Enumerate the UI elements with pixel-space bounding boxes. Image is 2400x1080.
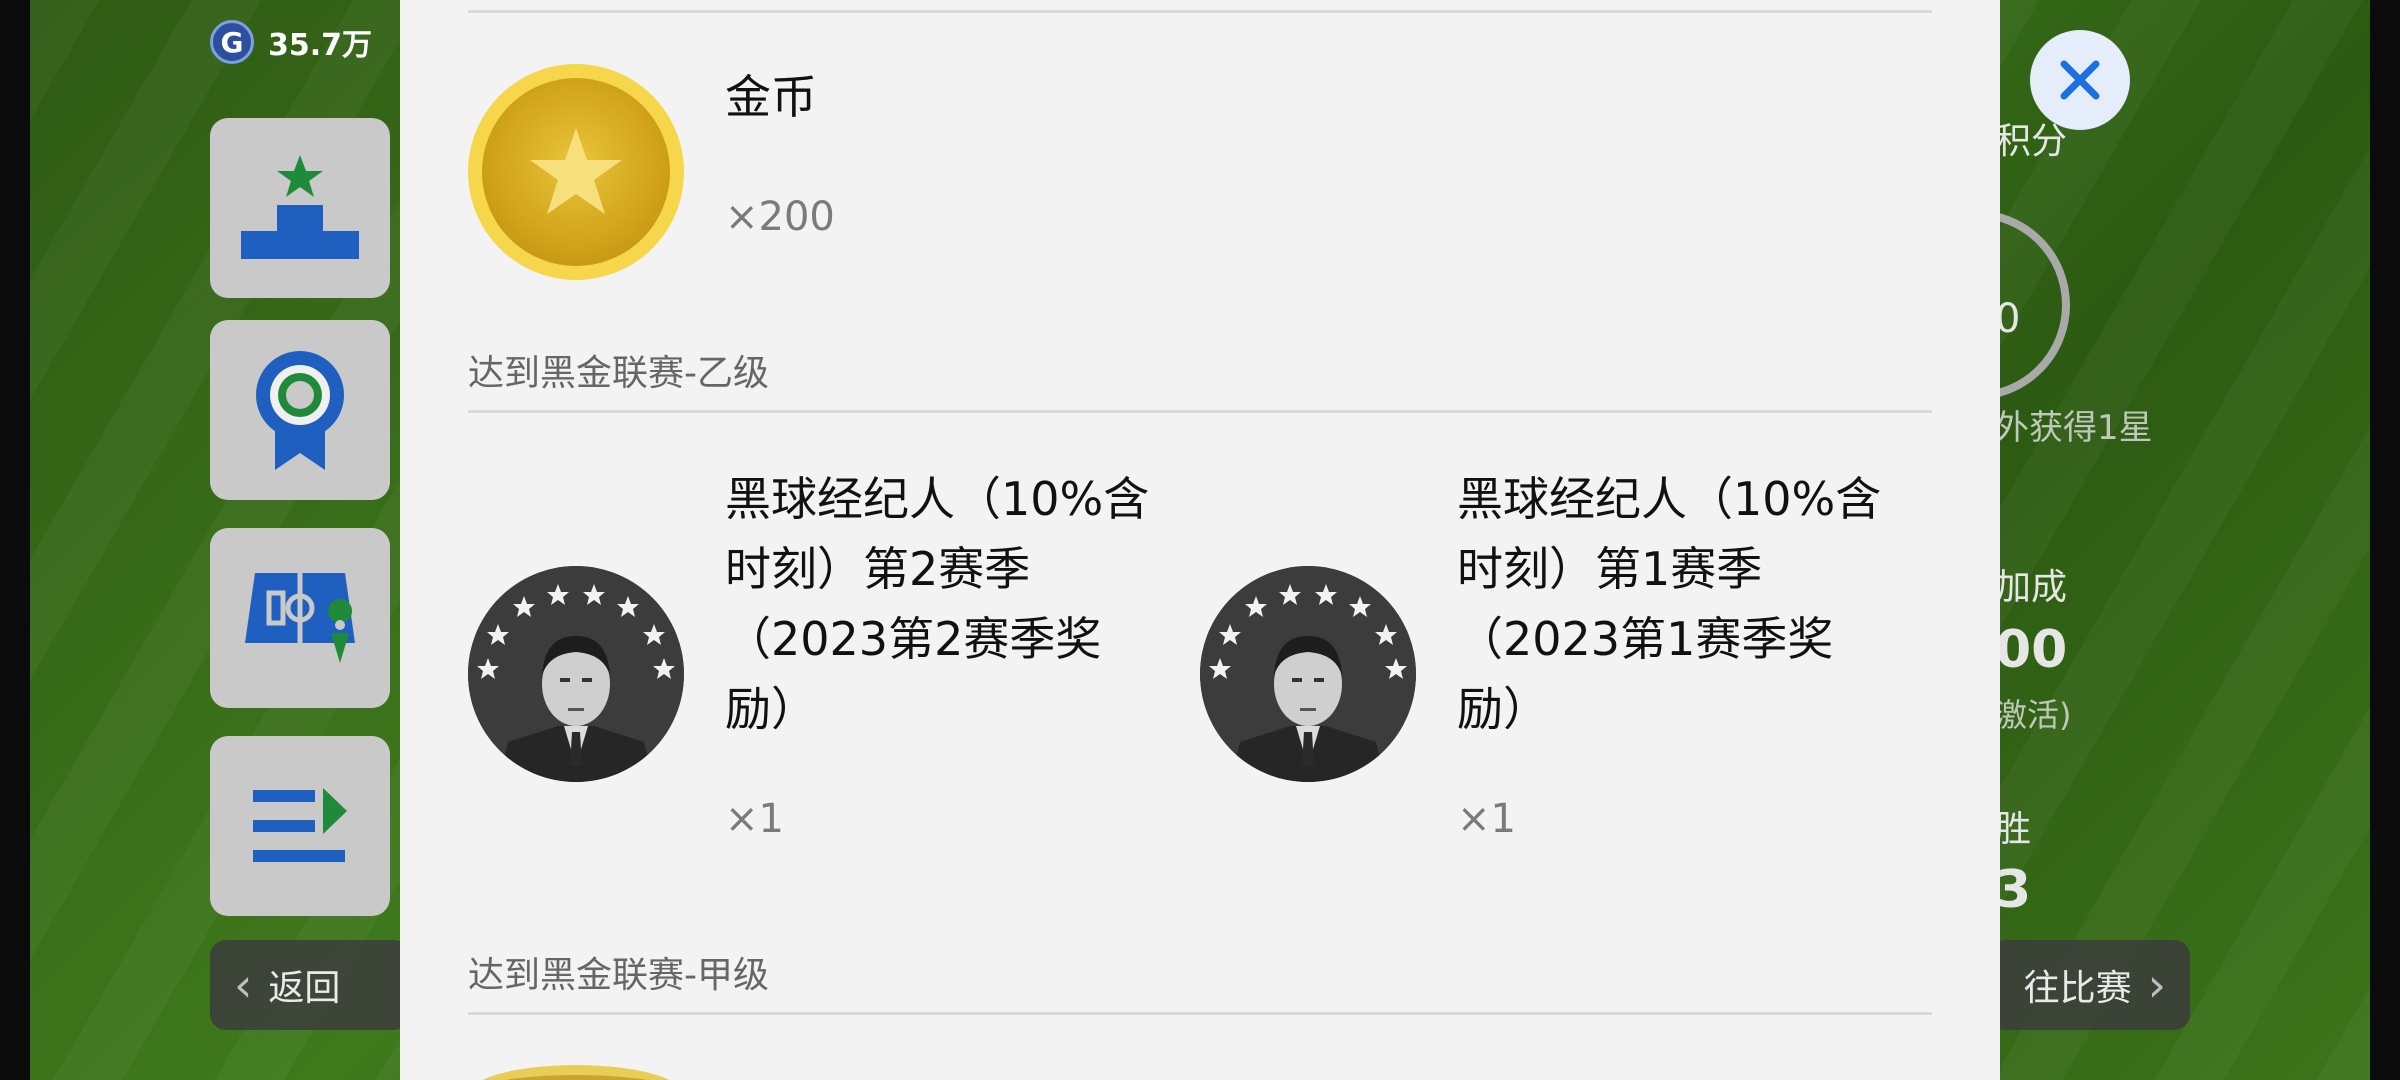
list-menu-button[interactable] — [210, 736, 390, 916]
wins-label: 胜 — [1995, 809, 2032, 850]
agent-avatar-icon — [468, 566, 684, 782]
ribbon-badge-icon — [256, 351, 344, 470]
screen-frame-right — [2370, 0, 2400, 1080]
field-map-button[interactable] — [210, 528, 390, 708]
back-button[interactable]: ‹ 返回 — [210, 940, 410, 1030]
star-icon — [530, 128, 622, 214]
reward-name-line: 时刻）第1赛季 — [1457, 542, 1763, 596]
screen-frame-left — [0, 0, 30, 1080]
wins-value: 3 — [1995, 860, 2032, 920]
reward-qty: ×1 — [725, 796, 784, 842]
gold-coin-icon — [468, 64, 684, 280]
divider — [468, 410, 1932, 413]
activate-note: 激活) — [1995, 696, 2072, 734]
section-title: 达到黑金联赛-乙级 — [468, 353, 769, 394]
bonus-label: 加成 — [1995, 567, 2068, 608]
reward-name-line: 黑球经纪人（10%含 — [725, 472, 1150, 526]
reward-name: 金币 — [725, 70, 817, 124]
divider — [468, 1012, 1932, 1015]
bonus-value: 00 — [1995, 620, 2068, 680]
go-match-label: 往比赛 — [2023, 968, 2132, 1009]
agent-avatar-icon — [1200, 566, 1416, 782]
coin-stat: G 35.7万 — [210, 20, 372, 64]
back-label: 返回 — [268, 968, 341, 1009]
reward-name-line: 时刻）第2赛季 — [725, 542, 1031, 596]
reward-name: 黑球经纪人（10%含 时刻）第1赛季 （2023第1赛季奖 励） — [1457, 464, 1881, 744]
reward-name-line: （2023第1赛季奖 — [1457, 612, 1834, 666]
reward-qty: ×200 — [725, 194, 835, 240]
reward-name-line: 励） — [725, 682, 817, 736]
close-icon — [2060, 60, 2100, 100]
coin-amount: 35.7万 — [268, 28, 373, 63]
reward-list-modal[interactable]: 金币 ×200 达到黑金联赛-乙级 黑球经纪人（10%含 时刻）第2赛季 （20… — [400, 0, 2000, 1080]
list-arrow-icon — [253, 788, 347, 862]
gold-coin-icon — [468, 1065, 684, 1080]
chevron-right-icon: › — [2147, 958, 2166, 1012]
chevron-left-icon: ‹ — [234, 958, 253, 1012]
reward-qty: ×1 — [1457, 796, 1516, 842]
badge-button[interactable] — [210, 320, 390, 500]
g-coin-icon: G — [210, 20, 254, 64]
divider — [468, 10, 1932, 13]
reward-name: 黑球经纪人（10%含 时刻）第2赛季 （2023第2赛季奖 励） — [725, 464, 1149, 744]
ranking-button[interactable] — [210, 118, 390, 298]
extra-star-text: 外获得1星 — [1995, 408, 2153, 448]
reward-name-line: 励） — [1457, 682, 1549, 736]
reward-name-line: 黑球经纪人（10%含 — [1457, 472, 1882, 526]
pitch-location-icon — [245, 573, 355, 663]
close-button[interactable] — [2030, 30, 2130, 130]
go-match-button[interactable]: 往比赛 › — [1990, 940, 2190, 1030]
podium-icon — [241, 155, 359, 259]
section-title: 达到黑金联赛-甲级 — [468, 955, 769, 996]
reward-name-line: （2023第2赛季奖 — [725, 612, 1102, 666]
